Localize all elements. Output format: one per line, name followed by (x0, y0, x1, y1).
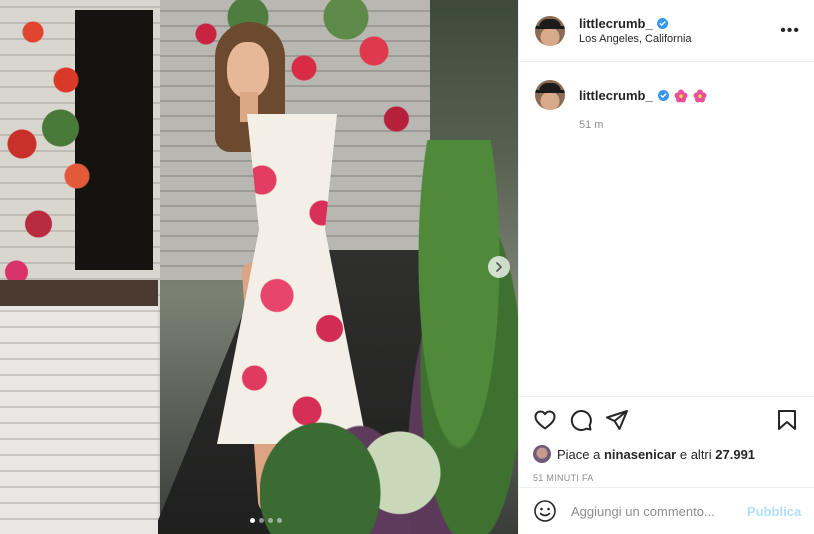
likes-prefix: Piace a (557, 446, 604, 462)
photo-flowers-left (0, 0, 110, 320)
comment-button[interactable] (569, 408, 593, 432)
carousel-dot (259, 518, 264, 523)
publish-button[interactable]: Pubblica (747, 504, 801, 519)
likes-row: Piace a ninasenicar e altri 27.991 (533, 445, 799, 463)
carousel-dot (277, 518, 282, 523)
save-button[interactable] (775, 408, 799, 432)
like-button[interactable] (533, 408, 557, 432)
caption-body: littlecrumb_ 51 m (579, 80, 707, 131)
caption-username[interactable]: littlecrumb_ (579, 88, 653, 103)
carousel-dot (268, 518, 273, 523)
author-username[interactable]: littlecrumb_ (579, 16, 653, 31)
caption-time[interactable]: 51 m (579, 119, 707, 131)
photo-planter (0, 280, 158, 534)
comments-section: littlecrumb_ 51 m (519, 62, 814, 396)
photo-plants-front (260, 330, 460, 534)
carousel-dot-active (250, 518, 255, 523)
caption-author-avatar[interactable] (535, 80, 565, 110)
likes-count[interactable]: 27.991 (715, 447, 755, 462)
comment-bubble-icon (570, 410, 592, 431)
hibiscus-flower-icon (693, 89, 707, 102)
caption-row: littlecrumb_ 51 m (535, 80, 799, 131)
more-options-icon[interactable]: ••• (780, 22, 800, 39)
action-icon-row (533, 405, 799, 435)
post-header: littlecrumb_ Los Angeles, California ••• (519, 0, 814, 62)
heart-icon (534, 410, 556, 430)
smiley-icon[interactable] (533, 499, 557, 523)
likes-middle: e altri (676, 446, 716, 462)
share-button[interactable] (605, 408, 629, 432)
post-side-panel: littlecrumb_ Los Angeles, California •••… (518, 0, 814, 534)
post-photo[interactable] (0, 0, 518, 534)
author-avatar[interactable] (535, 15, 565, 46)
carousel-next-button[interactable] (488, 256, 510, 278)
photo-face (227, 42, 269, 98)
liker-username[interactable]: ninasenicar (604, 447, 676, 462)
caption-text: littlecrumb_ (579, 88, 707, 103)
post-actions: Piace a ninasenicar e altri 27.991 51 MI… (519, 396, 814, 483)
bookmark-icon (778, 410, 796, 430)
likes-text[interactable]: Piace a ninasenicar e altri 27.991 (557, 447, 755, 462)
liker-avatar[interactable] (533, 445, 551, 463)
verified-badge-icon (656, 18, 668, 29)
verified-badge-icon (657, 90, 669, 101)
post-header-meta: littlecrumb_ Los Angeles, California (579, 16, 780, 45)
comment-input[interactable] (571, 503, 747, 519)
carousel-dots (250, 518, 282, 523)
post-timestamp[interactable]: 51 MINUTI FA (533, 473, 799, 483)
chevron-right-icon (496, 262, 502, 272)
post-location[interactable]: Los Angeles, California (579, 33, 780, 45)
hibiscus-flower-icon (674, 89, 688, 102)
paper-plane-icon (606, 410, 628, 430)
author-row: littlecrumb_ (579, 16, 780, 31)
comment-box: Pubblica (519, 487, 814, 534)
